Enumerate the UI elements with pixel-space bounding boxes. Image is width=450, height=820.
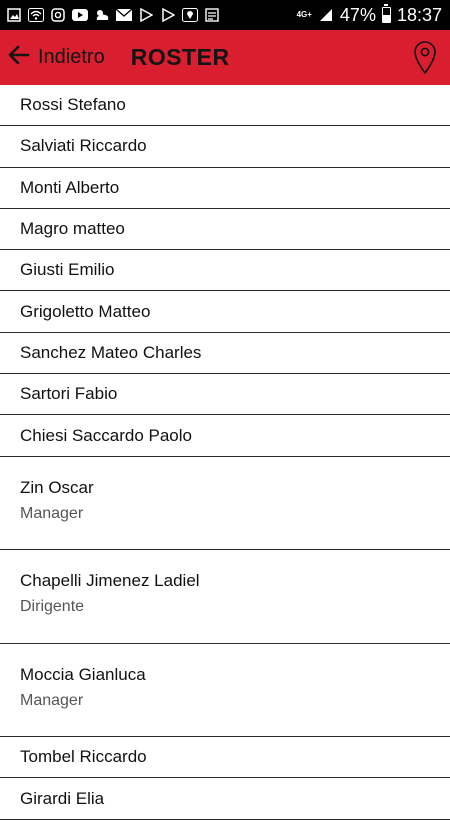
map-pin-icon[interactable] xyxy=(412,40,438,76)
member-role: Manager xyxy=(20,504,84,522)
mms-icon xyxy=(204,7,220,23)
location-update-icon xyxy=(182,7,198,23)
list-item[interactable]: Chiesi Saccardo Paolo xyxy=(0,415,450,457)
play-store-icon xyxy=(138,7,154,23)
play-store-icon xyxy=(160,7,176,23)
member-name: Grigoletto Matteo xyxy=(20,301,151,321)
list-item[interactable]: Giusti Emilio xyxy=(0,250,450,292)
back-button[interactable]: Indietro xyxy=(8,45,105,70)
member-name: Rossi Stefano xyxy=(20,95,126,115)
list-item[interactable]: Sartori Fabio xyxy=(0,374,450,416)
member-name: Moccia Gianluca xyxy=(20,664,146,684)
list-item[interactable]: Tombel Riccardo xyxy=(0,737,450,779)
member-name: Girardi Elia xyxy=(20,788,105,808)
member-name: Giusti Emilio xyxy=(20,260,115,280)
list-item[interactable]: Rossi Stefano xyxy=(0,85,450,127)
member-name: Chiesi Saccardo Paolo xyxy=(20,425,192,445)
mail-icon xyxy=(116,7,132,23)
member-role: Dirigente xyxy=(20,598,85,616)
member-name: Monti Alberto xyxy=(20,177,120,197)
status-bar: 4G+ 47% 18:37 xyxy=(0,0,450,30)
signal-icon xyxy=(318,7,334,23)
notification-icons xyxy=(6,7,220,23)
member-name: Chapelli Jimenez Ladiel xyxy=(20,571,200,591)
system-status: 4G+ 47% 18:37 xyxy=(296,4,442,26)
member-name: Sanchez Mateo Charles xyxy=(20,342,202,362)
battery-percent: 47% xyxy=(339,4,376,25)
member-name: Sartori Fabio xyxy=(20,384,118,404)
toolbar: Indietro ROSTER xyxy=(0,30,450,85)
list-item[interactable]: Magro matteo xyxy=(0,209,450,251)
member-name: Magro matteo xyxy=(20,219,125,239)
list-item[interactable]: Chapelli Jimenez Ladiel Dirigente xyxy=(0,550,450,644)
battery-icon xyxy=(381,4,391,23)
back-label: Indietro xyxy=(38,46,105,68)
instagram-icon xyxy=(50,7,66,23)
page-title: ROSTER xyxy=(130,44,230,70)
wifi-icon xyxy=(28,7,44,23)
weather-icon xyxy=(94,7,110,23)
member-role: Manager xyxy=(20,691,84,709)
list-item[interactable]: Moccia Gianluca Manager xyxy=(0,644,450,738)
list-item[interactable]: Grigoletto Matteo xyxy=(0,291,450,333)
list-item[interactable]: Sanchez Mateo Charles xyxy=(0,333,450,375)
roster-list: Rossi Stefano Salviati Riccardo Monti Albe… xyxy=(0,85,450,820)
image-icon xyxy=(6,7,22,23)
network-type: 4G+ xyxy=(296,10,312,19)
member-name: Salviati Riccardo xyxy=(20,136,147,156)
list-item[interactable]: Zin Oscar Manager xyxy=(0,457,450,551)
list-item[interactable]: Girardi Elia xyxy=(0,778,450,820)
member-name: Zin Oscar xyxy=(20,477,94,497)
list-item[interactable]: Salviati Riccardo xyxy=(0,126,450,168)
youtube-icon xyxy=(72,7,88,23)
list-item[interactable]: Monti Alberto xyxy=(0,168,450,209)
arrow-left-icon xyxy=(8,45,30,70)
member-name: Tombel Riccardo xyxy=(20,747,147,767)
clock: 18:37 xyxy=(396,4,442,25)
